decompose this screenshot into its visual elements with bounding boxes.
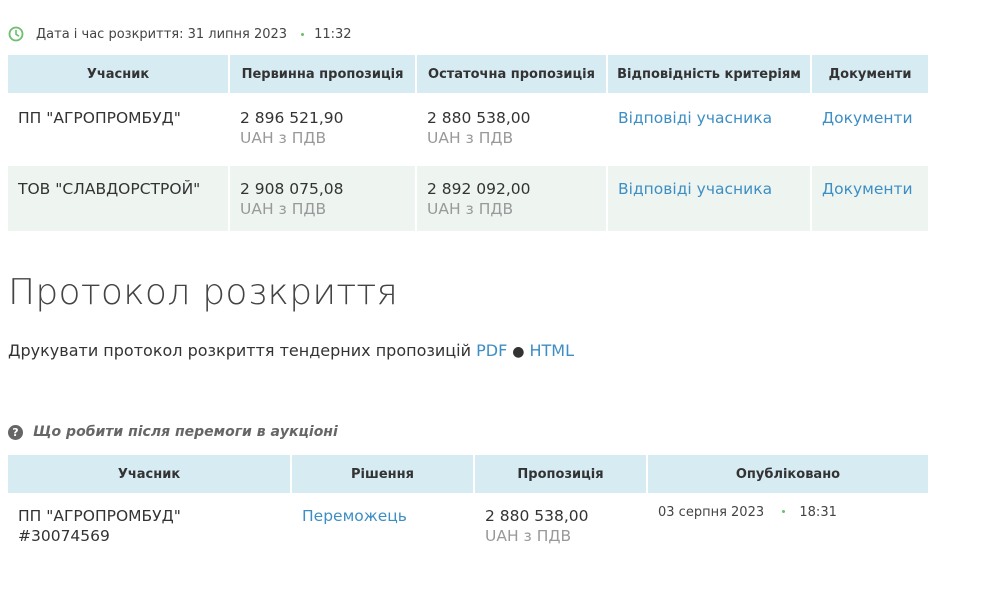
separator-dot: [782, 510, 786, 513]
final-bid-amount: 2 892 092,00: [427, 180, 531, 198]
opening-datetime: Дата і час розкриття: 31 липня 2023 11:3…: [8, 24, 352, 44]
separator-dot: [301, 32, 305, 36]
published-cell: 03 серпня 2023 18:31: [648, 493, 928, 565]
participant-name: ПП "АГРОПРОМБУД": [18, 507, 181, 525]
documents-link[interactable]: Документи: [822, 109, 913, 127]
participant-cell: ПП "АГРОПРОМБУД" #30074569: [8, 493, 292, 565]
proposal-currency: UAH з ПДВ: [485, 527, 572, 545]
help-text[interactable]: Що робити після перемоги в аукціоні: [33, 424, 338, 440]
participant-name: ПП "АГРОПРОМБУД": [8, 93, 230, 160]
help-link-row[interactable]: ? Що робити після перемоги в аукціоні: [8, 424, 338, 440]
link-separator: ●: [512, 344, 525, 360]
documents-cell: Документи: [812, 160, 928, 231]
documents-link[interactable]: Документи: [822, 180, 913, 198]
proposal-amount: 2 880 538,00: [485, 507, 589, 525]
table-row: ПП "АГРОПРОМБУД" 2 896 521,90 UAH з ПДВ …: [8, 93, 928, 160]
col-published: Опубліковано: [648, 455, 928, 493]
participant-answers-link[interactable]: Відповіді учасника: [618, 180, 772, 198]
published-time: 18:31: [799, 505, 837, 520]
participant-name: ТОВ "СЛАВДОРСТРОЙ": [8, 160, 230, 231]
initial-bid-currency: UAH з ПДВ: [240, 129, 327, 147]
print-protocol-line: Друкувати протокол розкриття тендерних п…: [8, 341, 574, 360]
initial-bid-cell: 2 908 075,08 UAH з ПДВ: [230, 160, 417, 231]
criteria-cell: Відповіді учасника: [608, 160, 812, 231]
final-bid-cell: 2 892 092,00 UAH з ПДВ: [417, 160, 608, 231]
bids-table: Учасник Первинна пропозиція Остаточна пр…: [8, 55, 928, 231]
decision-cell: Переможець: [292, 493, 475, 565]
html-link[interactable]: HTML: [529, 341, 574, 360]
proposal-cell: 2 880 538,00 UAH з ПДВ: [475, 493, 648, 565]
question-icon: ?: [8, 424, 23, 440]
initial-bid-amount: 2 896 521,90: [240, 109, 344, 127]
table-header-row: Учасник Первинна пропозиція Остаточна пр…: [8, 55, 928, 93]
table-row: ПП "АГРОПРОМБУД" #30074569 Переможець 2 …: [8, 493, 928, 565]
documents-cell: Документи: [812, 93, 928, 160]
participant-answers-link[interactable]: Відповіді учасника: [618, 109, 772, 127]
final-bid-currency: UAH з ПДВ: [427, 200, 514, 218]
criteria-cell: Відповіді учасника: [608, 93, 812, 160]
final-bid-amount: 2 880 538,00: [427, 109, 531, 127]
col-initial-bid: Первинна пропозиція: [230, 55, 417, 93]
opening-time: 11:32: [314, 26, 352, 42]
col-criteria: Відповідність критеріям: [608, 55, 812, 93]
col-documents: Документи: [812, 55, 928, 93]
final-bid-cell: 2 880 538,00 UAH з ПДВ: [417, 93, 608, 160]
table-row: ТОВ "СЛАВДОРСТРОЙ" 2 908 075,08 UAH з ПД…: [8, 160, 928, 231]
initial-bid-cell: 2 896 521,90 UAH з ПДВ: [230, 93, 417, 160]
final-bid-currency: UAH з ПДВ: [427, 129, 514, 147]
table-header-row: Учасник Рішення Пропозиція Опубліковано: [8, 455, 928, 493]
published-date: 03 серпня 2023: [658, 505, 765, 520]
col-participant: Учасник: [8, 455, 292, 493]
winner-link[interactable]: Переможець: [302, 507, 407, 525]
col-participant: Учасник: [8, 55, 230, 93]
initial-bid-currency: UAH з ПДВ: [240, 200, 327, 218]
participant-id: #30074569: [18, 527, 110, 545]
protocol-title: Протокол розкриття: [8, 272, 399, 313]
initial-bid-amount: 2 908 075,08: [240, 180, 344, 198]
print-protocol-text: Друкувати протокол розкриття тендерних п…: [8, 341, 471, 360]
col-proposal: Пропозиція: [475, 455, 648, 493]
clock-icon: [8, 26, 24, 42]
results-table: Учасник Рішення Пропозиція Опубліковано …: [8, 455, 928, 565]
pdf-link[interactable]: PDF: [476, 341, 507, 360]
col-final-bid: Остаточна пропозиція: [417, 55, 608, 93]
col-decision: Рішення: [292, 455, 475, 493]
opening-date-label: Дата і час розкриття: 31 липня 2023: [36, 26, 288, 42]
